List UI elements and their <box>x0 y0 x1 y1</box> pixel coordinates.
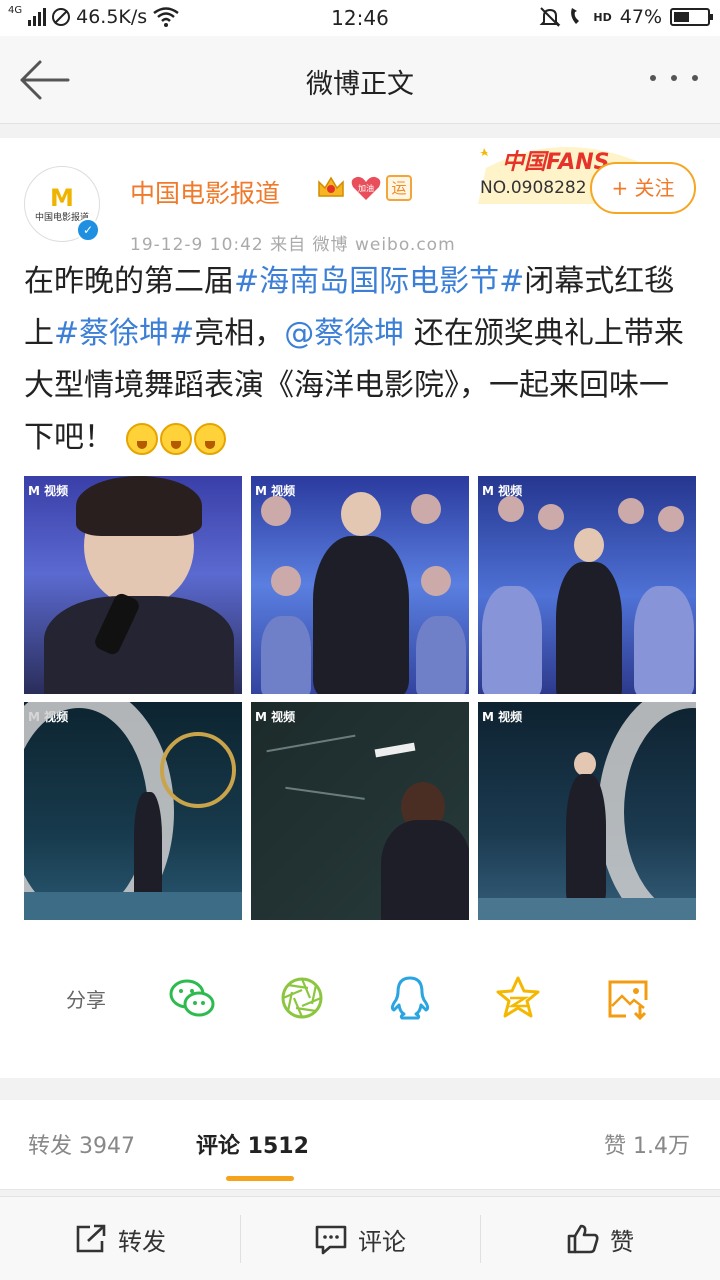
verified-check-icon: ✓ <box>76 218 100 242</box>
cheer-badge-label: 加油 <box>358 183 374 193</box>
tab-likes[interactable]: 赞 1.4万 <box>604 1128 690 1160</box>
status-right: HD 47% <box>539 6 713 28</box>
qq-icon[interactable] <box>386 974 434 1022</box>
author-name[interactable]: 中国电影报道 <box>130 174 280 210</box>
status-bar: 4G 46.5K/s 12:46 HD 47% <box>0 0 720 36</box>
post-photo[interactable]: M 视频 <box>478 476 696 694</box>
repost-button[interactable]: 转发 <box>0 1197 240 1280</box>
battery-percent: 47% <box>619 6 662 28</box>
mute-bell-icon <box>540 7 561 27</box>
laugh-emoji-icon <box>159 422 192 455</box>
hashtag-link[interactable]: #海南岛国际电影节# <box>234 264 524 299</box>
photo-grid: M 视频 M 视频 M 视频 M 视频 M 视频 M 视频 <box>24 476 696 920</box>
fans-number: NO.0908282 <box>480 178 587 198</box>
post-photo[interactable]: M 视频 <box>251 702 469 920</box>
post-photo[interactable]: M 视频 <box>251 476 469 694</box>
post-card: M 中国电影报道 ✓ 中国电影报道 加油 运 19-12-9 10:42 来自 … <box>0 138 720 1078</box>
call-icon <box>571 8 580 24</box>
comment-button[interactable]: 评论 <box>240 1197 480 1280</box>
bottom-action-bar: 转发 评论 赞 <box>0 1196 720 1280</box>
comment-label: 评论 <box>358 1227 406 1256</box>
post-photo[interactable]: M 视频 <box>478 702 696 920</box>
post-text-part: 在昨晚的第二届 <box>24 264 234 299</box>
crown-icon[interactable] <box>316 174 346 202</box>
repost-label: 转发 <box>118 1227 166 1256</box>
fans-title: 中国FANS <box>502 150 610 175</box>
active-tab-indicator <box>226 1176 294 1181</box>
post-text-part: 亮相， <box>194 316 285 351</box>
avatar-logo: M <box>50 183 74 212</box>
hashtag-link[interactable]: #蔡徐坤# <box>54 316 194 351</box>
nav-bar: 微博正文 <box>0 36 720 124</box>
post-photo[interactable]: M 视频 <box>24 476 242 694</box>
laugh-emoji-icon <box>125 422 158 455</box>
moments-icon[interactable] <box>278 974 326 1022</box>
share-row: 分享 <box>0 970 720 1030</box>
page-title: 微博正文 <box>306 69 414 100</box>
interaction-tabs: 转发 3947 评论 1512 赞 1.4万 <box>0 1100 720 1190</box>
luck-badge[interactable]: 运 <box>386 175 412 201</box>
post-meta: 19-12-9 10:42 来自 微博 weibo.com <box>130 235 456 255</box>
post-photo[interactable]: M 视频 <box>24 702 242 920</box>
repost-icon <box>76 1224 106 1253</box>
user-badges: 加油 运 <box>316 174 412 202</box>
battery-icon <box>670 8 713 26</box>
share-label: 分享 <box>66 988 106 1012</box>
thumbs-up-icon <box>567 1224 599 1254</box>
video-watermark: M 视频 <box>482 710 523 724</box>
save-image-icon[interactable] <box>604 974 652 1022</box>
tab-comments[interactable]: 评论 1512 <box>196 1128 309 1160</box>
hd-indicator: HD <box>593 10 612 24</box>
comment-icon <box>315 1225 347 1255</box>
follow-button[interactable]: + 关注 <box>590 162 696 214</box>
qzone-icon[interactable] <box>494 974 542 1022</box>
video-watermark: M 视频 <box>28 484 69 498</box>
wechat-icon[interactable] <box>168 974 216 1022</box>
tab-reposts[interactable]: 转发 3947 <box>28 1128 135 1160</box>
mention-link[interactable]: @蔡徐坤 <box>284 316 404 351</box>
video-watermark: M 视频 <box>255 710 296 724</box>
like-button[interactable]: 赞 <box>480 1197 720 1280</box>
like-label: 赞 <box>610 1227 634 1256</box>
laugh-emoji-icon <box>193 422 226 455</box>
more-options-icon[interactable] <box>650 66 698 90</box>
post-text: 在昨晚的第二届#海南岛国际电影节#闭幕式红毯上#蔡徐坤#亮相，@蔡徐坤 还在颁奖… <box>24 256 696 464</box>
cheer-heart-icon[interactable]: 加油 <box>350 174 382 202</box>
